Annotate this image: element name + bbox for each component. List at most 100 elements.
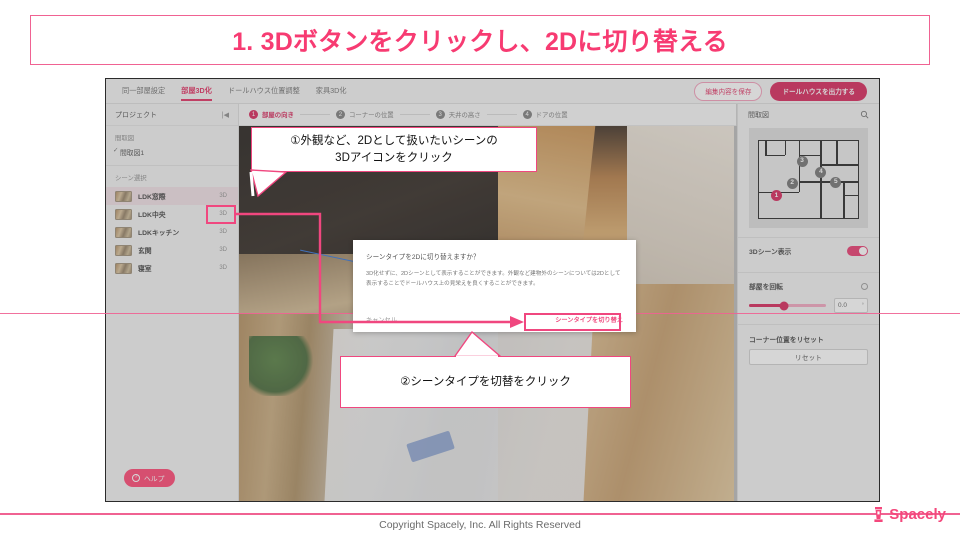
tab-room-3d[interactable]: 部屋3D化 <box>181 79 212 103</box>
rotate-row: 部屋を回転 <box>738 273 879 298</box>
step-label: コーナーの位置 <box>348 112 394 119</box>
scene-display-row: 3Dシーン表示 <box>738 238 879 263</box>
scene-3d-badge[interactable]: 3D <box>219 193 229 199</box>
collapse-sidebar-icon[interactable]: |◀ <box>222 111 229 119</box>
marker-number: 4 <box>819 168 823 176</box>
tab-label: ドールハウス位置調整 <box>227 86 300 95</box>
minimap-marker-4[interactable]: 4 <box>815 167 827 179</box>
tab-dollhouse-position[interactable]: ドールハウス位置調整 <box>228 79 300 103</box>
marker-number: 2 <box>790 179 795 187</box>
marker-number: 5 <box>833 178 838 186</box>
step-corner-position[interactable]: 2 コーナーの位置 <box>335 110 394 119</box>
tab-label: 家具3D化 <box>315 86 347 95</box>
minimap-marker-5[interactable]: 5 <box>830 177 842 189</box>
footer-divider <box>0 513 960 515</box>
right-panel: 間取図 1 2 3 4 5 3Dシーン表示 部屋を回転 0.0 ° コーナー位置… <box>737 104 879 501</box>
export-dollhouse-button[interactable]: ドールハウスを出力する <box>770 81 867 101</box>
page-title: 1. 3Dボタンをクリックし、2Dに切り替える <box>232 28 728 56</box>
reset-button[interactable]: リセット <box>749 349 868 365</box>
slider-thumb[interactable] <box>779 301 789 310</box>
scene-list: LDK窓際 3D LDK中央 3D LDKキッチン 3D 玄関 3D 寝室 3D <box>106 185 238 277</box>
scene-thumbnail <box>115 190 132 202</box>
degree-unit: ° <box>861 302 864 309</box>
step-ceiling-height[interactable]: 3 天井の高さ <box>435 110 481 119</box>
step-room-orientation[interactable]: 1 部屋の向き <box>249 110 294 119</box>
minimap-marker-3[interactable]: 3 <box>796 155 808 167</box>
floorplan-drawing: 1 2 3 4 5 <box>758 140 859 219</box>
step-door-position[interactable]: 4 ドアの位置 <box>522 110 568 119</box>
step-label: 天井の高さ <box>448 112 481 119</box>
sidebar-title: プロジェクト <box>115 111 157 119</box>
rotate-slider[interactable] <box>749 301 826 310</box>
list-item-floorplan-1[interactable]: ✓ 間取図1 <box>106 145 238 163</box>
callout-step-1: ①外観など、2Dとして扱いたいシーンの 3Dアイコンをクリック <box>251 127 537 172</box>
list-item-scene-0[interactable]: LDK窓際 3D <box>106 187 238 205</box>
save-button[interactable]: 編集内容を保存 <box>694 81 763 101</box>
scene-thumbnail <box>115 262 132 274</box>
step-number: 1 <box>249 110 258 119</box>
floorplan-label: 間取図1 <box>120 150 145 157</box>
marker-number: 1 <box>774 191 779 199</box>
scene-3d-badge[interactable]: 3D <box>219 247 229 253</box>
step-number: 4 <box>522 110 532 119</box>
minimap-marker-2[interactable]: 2 <box>786 177 798 189</box>
list-item-scene-4[interactable]: 寝室 3D <box>106 259 238 277</box>
step-connector <box>486 114 517 115</box>
dialog-cancel-button[interactable]: キャンセル <box>366 315 397 324</box>
minimap-marker-1[interactable]: 1 <box>770 190 782 202</box>
callout-2-text: ②シーンタイプを切替をクリック <box>400 375 571 388</box>
floorplan-minimap[interactable]: 1 2 3 4 5 <box>749 128 868 228</box>
scene-section-label: シーン選択 <box>115 175 147 182</box>
marker-number: 3 <box>800 156 804 164</box>
sidebar-header: プロジェクト |◀ <box>106 104 238 126</box>
corner-reset-label: コーナー位置をリセット <box>749 337 824 344</box>
app-toolbar: 同一部屋設定 部屋3D化 ドールハウス位置調整 家具3D化 編集内容を保存 ドー… <box>106 79 879 104</box>
tab-label: 部屋3D化 <box>181 86 212 95</box>
list-item-scene-3[interactable]: 玄関 3D <box>106 241 238 259</box>
toolbar-actions: 編集内容を保存 ドールハウスを出力する <box>694 81 879 101</box>
tab-furniture-3d[interactable]: 家具3D化 <box>316 79 347 103</box>
scene-3d-badge[interactable]: 3D <box>219 229 229 235</box>
help-button[interactable]: ? ヘルプ <box>124 469 176 487</box>
step-number: 2 <box>335 110 345 119</box>
dialog-body: 3D化せずに、2Dシーンとして表示することができます。外観など建物外のシーンにつ… <box>366 271 621 287</box>
footer-copyright: Copyright Spacely, Inc. All Rights Reser… <box>379 519 581 531</box>
slide-title-box: 1. 3Dボタンをクリックし、2Dに切り替える <box>30 15 930 65</box>
step-label: ドアの位置 <box>535 112 568 119</box>
step-connector <box>399 114 430 115</box>
list-item-scene-2[interactable]: LDKキッチン 3D <box>106 223 238 241</box>
dialog-title: シーンタイプを2Dに切り替えますか？ <box>366 254 480 261</box>
left-sidebar: プロジェクト |◀ 間取図 ✓ 間取図1 シーン選択 LDK窓際 3D LDK中… <box>106 104 239 501</box>
logo-text: Spacely <box>889 506 946 523</box>
tower-icon <box>874 507 883 522</box>
search-icon[interactable] <box>860 110 869 121</box>
step-bar: 1 部屋の向き 2 コーナーの位置 3 天井の高さ 4 ドアの位置 <box>239 104 736 126</box>
scene-thumbnail <box>115 244 132 256</box>
slide-root: 1. 3Dボタンをクリックし、2Dに切り替える 同一部屋設定 部屋3D化 ドール… <box>0 0 960 540</box>
tab-label: 同一部屋設定 <box>122 86 166 95</box>
rotate-value: 0.0 <box>838 302 847 309</box>
scene-display-toggle[interactable] <box>847 246 868 256</box>
scene-name: 玄関 <box>138 248 152 255</box>
scene-display-label: 3Dシーン表示 <box>749 249 792 256</box>
scene-name: LDK窓際 <box>138 194 166 201</box>
highlight-3d-badge <box>206 205 236 224</box>
scene-thumbnail <box>115 226 132 238</box>
floorplan-section-label: 間取図 <box>115 135 135 142</box>
rotate-label: 部屋を回転 <box>749 284 783 291</box>
help-label: ヘルプ <box>144 476 165 483</box>
scene-name: 寝室 <box>138 266 152 273</box>
scene-3d-badge[interactable]: 3D <box>219 265 229 271</box>
highlight-confirm-button <box>524 313 621 331</box>
tab-bar: 同一部屋設定 部屋3D化 ドールハウス位置調整 家具3D化 <box>106 79 347 103</box>
rotate-reset-icon[interactable] <box>861 282 868 290</box>
question-mark-icon: ? <box>132 474 140 482</box>
rotate-value-input[interactable]: 0.0 ° <box>834 298 868 313</box>
right-panel-title: 間取図 <box>748 112 769 119</box>
scene-name: LDKキッチン <box>138 230 180 237</box>
tab-same-room[interactable]: 同一部屋設定 <box>122 79 165 103</box>
step-connector <box>299 114 330 115</box>
step-number: 3 <box>435 110 445 119</box>
step-label: 部屋の向き <box>262 112 294 119</box>
scene-name: LDK中央 <box>138 212 166 219</box>
